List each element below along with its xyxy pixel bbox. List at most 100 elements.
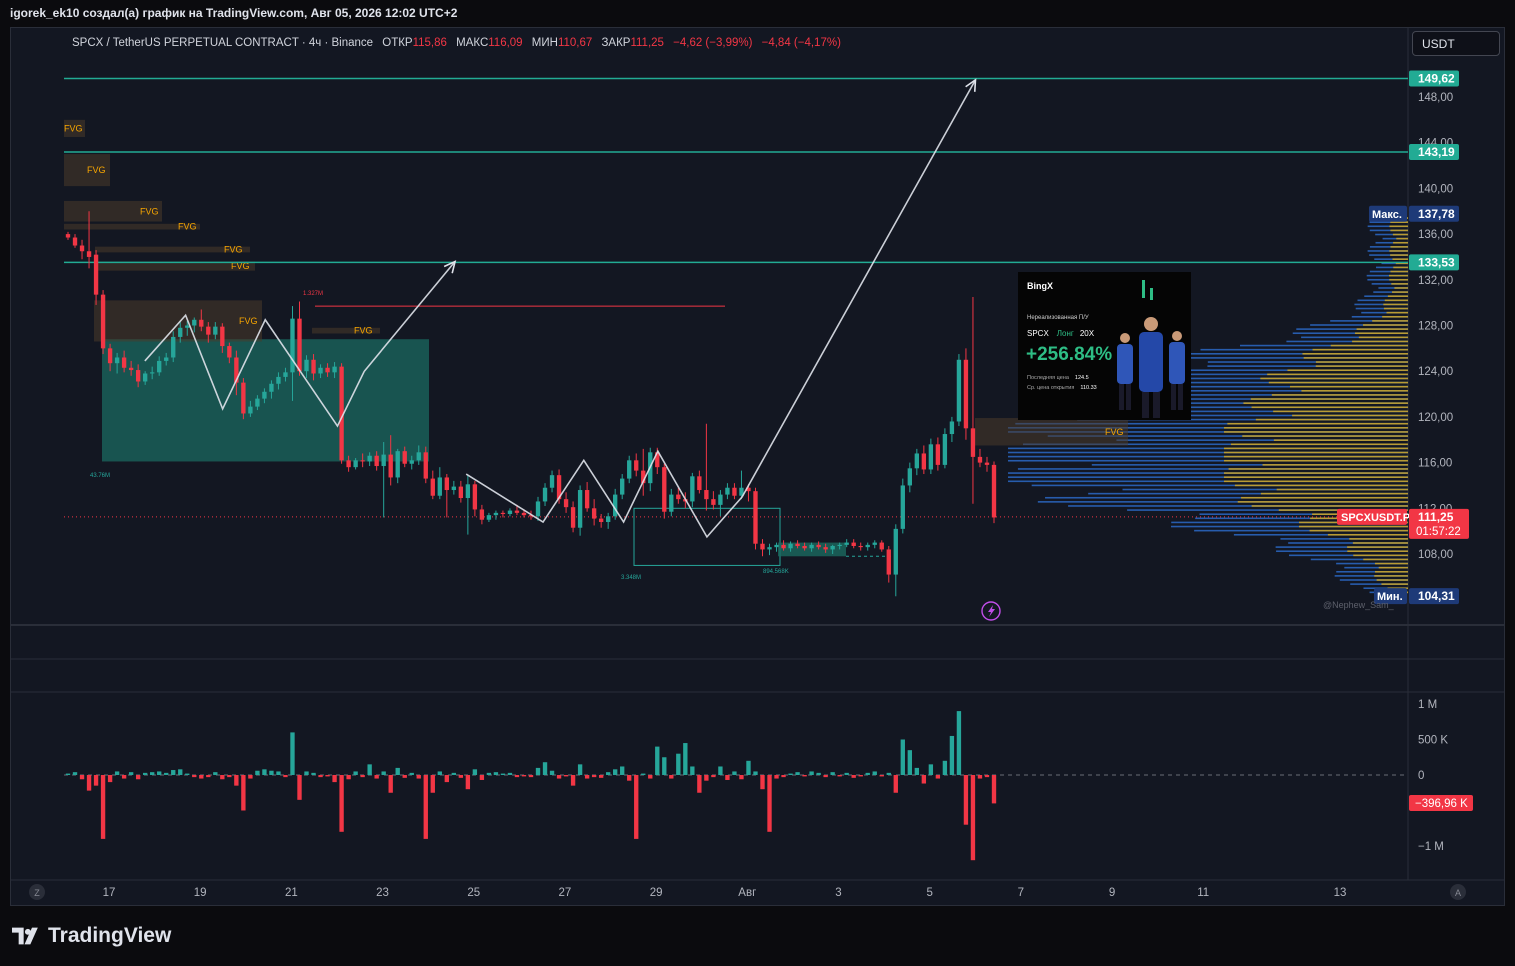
candle-body: [851, 542, 856, 547]
volume-bar: [837, 775, 842, 777]
volume-last-badge: −396,96 K: [1409, 795, 1473, 811]
candle-body: [164, 357, 169, 361]
max-label-tag: Макс.: [1369, 205, 1407, 222]
profile-bar-value-area: [1389, 278, 1408, 281]
profile-bar-value-area: [1262, 464, 1408, 466]
volume-bar: [325, 775, 330, 777]
candle-body: [290, 318, 295, 373]
candle-body: [584, 490, 590, 509]
volume-bar: [627, 775, 632, 781]
candle-body: [72, 237, 78, 246]
candle-body: [563, 499, 569, 508]
max-badge-value: 137,78: [1418, 207, 1455, 221]
lightning-icon[interactable]: [981, 601, 1001, 621]
volume-bar: [437, 771, 442, 775]
candle-body: [409, 460, 414, 464]
fvg-label: FVG: [1105, 427, 1124, 437]
profile-bar-value-area: [1383, 303, 1408, 306]
team-photo: [1117, 317, 1185, 418]
profile-bar-value-area: [1374, 562, 1408, 565]
profile-bar-value-area: [1303, 357, 1408, 359]
volume-bar: [648, 775, 653, 779]
candle-body: [135, 370, 141, 382]
candle-body: [732, 487, 737, 496]
legend-symbol[interactable]: SPCX / TetherUS PERPETUAL CONTRACT · 4ч …: [72, 37, 373, 49]
volume-bar: [465, 775, 471, 790]
volume-bar: [584, 775, 590, 779]
profile-bar-value-area: [1394, 287, 1408, 289]
candle-body: [598, 518, 604, 523]
volume-bar: [655, 746, 660, 775]
candle-body: [367, 455, 372, 462]
volume-bar: [381, 771, 386, 775]
candle-body: [100, 294, 106, 349]
currency-selector[interactable]: USDT: [1412, 31, 1500, 56]
volume-bar: [683, 743, 688, 775]
volume-bar: [641, 773, 646, 775]
volume-bar: [283, 775, 288, 778]
time-axis[interactable]: 17 19 21 23 25 27 29 Авг 3 5 7 9 11 13: [103, 887, 1347, 899]
candle-body: [93, 254, 99, 295]
tradingview-brand[interactable]: TradingView: [12, 924, 171, 948]
profile-bar-value-area: [1276, 488, 1408, 491]
volume-axis-label: −1 M: [1418, 841, 1444, 853]
fvg-label: FVG: [64, 123, 83, 133]
candle-body: [458, 486, 464, 499]
candle-body: [325, 367, 330, 373]
volume-bar: [570, 775, 576, 786]
volume-bar: [605, 772, 611, 775]
price-axis[interactable]: 148,00144,00140,00136,00132,00128,00124,…: [1418, 92, 1453, 561]
candle-body: [809, 544, 814, 549]
chart-svg[interactable]: FVGFVGFVGFVGFVGFVGFVGFVGFVG 1 M500 K0−1 …: [0, 0, 1515, 966]
candle-body: [830, 546, 835, 550]
profile-bar-value-area: [1312, 348, 1408, 351]
last-price-value: 124.5: [1074, 375, 1089, 381]
candle-body: [977, 456, 983, 463]
price-tick-label: 120,00: [1418, 412, 1453, 424]
volume-bar: [963, 775, 969, 825]
zoom-reset-icon[interactable]: Z: [29, 884, 45, 900]
candle-body: [963, 359, 969, 429]
candle-body: [381, 454, 386, 467]
avg-open-value: 110.33: [1080, 385, 1097, 391]
candle-body: [774, 544, 779, 548]
price-tick-label: 140,00: [1418, 183, 1453, 195]
profile-bar-value-area: [1356, 328, 1408, 330]
profile-bar-value-area: [1273, 410, 1408, 413]
candle-body: [374, 455, 379, 467]
profile-bar-value-area: [1228, 468, 1408, 470]
time-tick-label: 5: [926, 887, 932, 899]
candle-body: [142, 373, 148, 382]
candle-body: [276, 376, 281, 384]
profile-bar-value-area: [1390, 270, 1408, 273]
candle-body: [157, 360, 162, 373]
volume-bar: [339, 775, 344, 832]
drawings-layer[interactable]: [144, 78, 977, 539]
candle-body: [837, 544, 842, 547]
time-tick-label: 11: [1197, 887, 1209, 899]
legend-high-label: МАКС: [456, 37, 488, 49]
volume-bar: [374, 775, 379, 779]
pattern-zigzag-projection[interactable]: [465, 79, 977, 539]
candle-body: [150, 372, 155, 374]
candle-body: [114, 357, 120, 364]
candle-body: [907, 468, 912, 486]
volume-bar: [297, 775, 302, 800]
profile-bar-value-area: [1224, 455, 1408, 458]
profile-bar-value-area: [1234, 484, 1408, 487]
volume-bar: [93, 775, 99, 786]
candle-body: [781, 544, 786, 549]
profile-bar-value-area: [1315, 361, 1408, 363]
candle-body: [662, 467, 667, 512]
candle-body: [486, 515, 492, 520]
volume-bar: [977, 775, 983, 779]
profile-bar-value-area: [1389, 250, 1408, 252]
volume-bar: [304, 771, 309, 775]
time-tick-label: 9: [1109, 887, 1115, 899]
profile-bar-value-area: [1309, 529, 1408, 532]
candle-body: [900, 485, 905, 529]
candle-body: [402, 451, 407, 464]
auto-scale-icon[interactable]: A: [1450, 884, 1466, 900]
candle-body: [634, 460, 639, 471]
fvg-label: FVG: [239, 316, 258, 326]
